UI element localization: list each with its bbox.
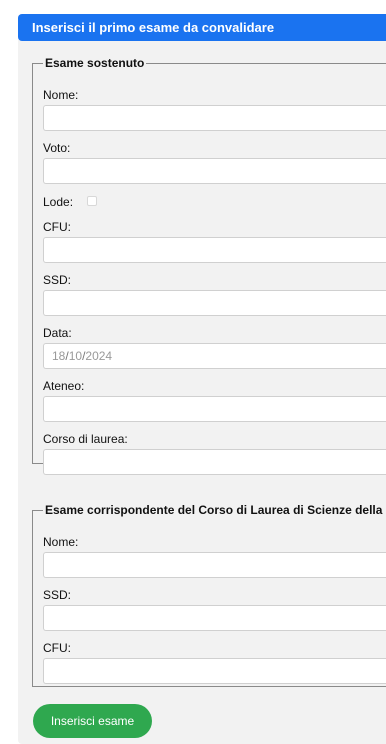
fieldset-esame-sostenuto: Esame sostenuto Nome: Voto: Lode: CFU: S… (32, 56, 386, 475)
corso-label: Corso di laurea: (43, 432, 128, 446)
date-month: 10 (68, 349, 83, 363)
lode-checkbox[interactable] (87, 196, 97, 206)
date-year: 2024 (85, 349, 113, 363)
ateneo-input[interactable] (43, 396, 386, 422)
nome-input[interactable] (43, 105, 386, 131)
lode-label: Lode: (43, 195, 74, 209)
ateneo-label: Ateneo: (43, 379, 85, 393)
form-header: Inserisci il primo esame da convalidare (18, 14, 386, 41)
nome-label: Nome: (43, 88, 79, 102)
cfu-corrispondente-label: CFU: (43, 641, 71, 655)
cfu-input[interactable] (43, 237, 386, 263)
voto-input[interactable] (43, 158, 386, 184)
cfu-label: CFU: (43, 220, 71, 234)
nome-corrispondente-label: Nome: (43, 535, 79, 549)
ssd-input[interactable] (43, 290, 386, 316)
ssd-label: SSD: (43, 273, 72, 287)
date-day: 18 (52, 349, 66, 363)
cfu-corrispondente-input[interactable] (43, 658, 386, 684)
nome-corrispondente-input[interactable] (43, 552, 386, 578)
data-input[interactable]: 18/10/2024 (43, 343, 386, 369)
lode-row: Lode: (43, 195, 97, 209)
legend-esame-sostenuto: Esame sostenuto (45, 56, 145, 70)
fieldset-esame-corrispondente: Esame corrispondente del Corso di Laurea… (32, 503, 386, 687)
voto-label: Voto: (43, 141, 71, 155)
ssd-corrispondente-label: SSD: (43, 588, 72, 602)
inserisci-esame-button[interactable]: Inserisci esame (33, 704, 152, 738)
data-label: Data: (43, 326, 72, 340)
corso-input[interactable] (43, 449, 386, 475)
legend-esame-corrispondente: Esame corrispondente del Corso di Laurea… (45, 503, 386, 517)
ssd-corrispondente-input[interactable] (43, 605, 386, 631)
